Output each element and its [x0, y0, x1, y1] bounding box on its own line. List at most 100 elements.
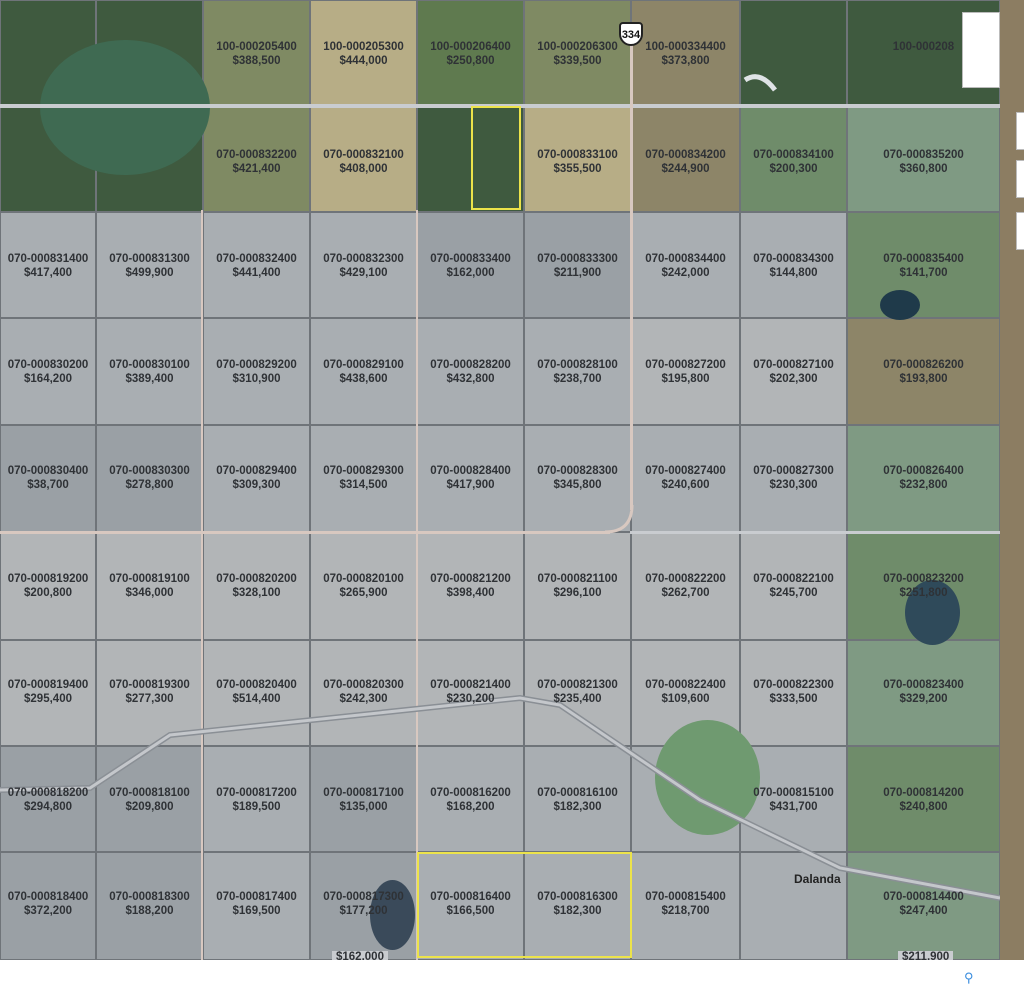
parcel-price: $230,300: [769, 479, 818, 491]
parcel-label: 070-000819100 $346,000: [109, 572, 190, 600]
parcel-id: 100-000208: [892, 41, 955, 53]
parcel-label: 070-000834100 $200,300: [753, 148, 834, 176]
parcel-label: 070-000833400 $162,000: [430, 252, 511, 280]
parcel-label: 070-000816100 $182,300: [537, 786, 618, 814]
parcel-id: 070-000830300: [109, 465, 190, 477]
map-overlay-panel[interactable]: [962, 12, 1000, 88]
parcel-label: 100-000205400 $388,500: [216, 40, 297, 68]
parcel-label: 070-000830300 $278,800: [109, 464, 190, 492]
highlighted-parcels-south[interactable]: [417, 852, 632, 958]
parcel-price: $169,500: [232, 905, 281, 917]
parcel-label: 070-000822100 $245,700: [753, 572, 834, 600]
parcel-label: 100-000334400 $373,800: [645, 40, 726, 68]
parcel-label: 070-000833100 $355,500: [537, 148, 618, 176]
parcel-id: 070-000821400: [430, 679, 511, 691]
parcel-price: $218,700: [661, 905, 710, 917]
parcel-id: 070-000819400: [7, 679, 89, 691]
parcel-price: $242,300: [339, 693, 388, 705]
parcel-id: 070-000832400: [216, 253, 297, 265]
parcel-price: $250,800: [446, 55, 495, 67]
parcel-price: $188,200: [125, 905, 174, 917]
parcel-label: 070-000826200 $193,800: [883, 358, 964, 386]
parcel-label: 070-000834300 $144,800: [753, 252, 834, 280]
location-pin-icon[interactable]: ⚲: [964, 970, 974, 986]
parcel-price: $244,900: [661, 163, 710, 175]
parcel-label: 070-000814200 $240,800: [883, 786, 964, 814]
parcel-label: 070-000829200 $310,900: [216, 358, 297, 386]
parcel-label: 070-000831400 $417,400: [8, 252, 89, 280]
parcel-id: 070-000826400: [883, 465, 964, 477]
parcel-label: 100-000206400 $250,800: [430, 40, 511, 68]
parcel-label: 070-000821100 $296,100: [538, 572, 618, 600]
parcel-price: $296,100: [553, 587, 602, 599]
parcel-id: 070-000822300: [753, 679, 834, 691]
parcel-label: 100-000206300 $339,500: [537, 40, 618, 68]
map-control-button[interactable]: [1016, 112, 1024, 150]
parcel-price: $360,800: [899, 163, 948, 175]
parcel-price: $195,800: [661, 373, 710, 385]
parcel-price: $144,800: [769, 267, 818, 279]
parcel-id: 070-000832200: [216, 149, 297, 161]
parcel-id: 070-000822200: [645, 573, 726, 585]
parcel-label: 070-000817400 $169,500: [216, 890, 297, 918]
parcel-map[interactable]: 100-000205400 $388,500 100-000205300 $444,0…: [0, 0, 1000, 960]
parcel-id: 070-000823400: [883, 679, 964, 691]
parcel-id: 070-000818100: [109, 787, 190, 799]
parcel-price: $277,300: [125, 693, 174, 705]
parcel-price: $240,600: [661, 479, 710, 491]
parcel-id: 070-000816200: [430, 787, 511, 799]
parcel-id: 070-000820100: [323, 573, 404, 585]
parcel-id: 070-000823200: [883, 573, 964, 585]
map-control-button[interactable]: [1016, 212, 1024, 250]
parcel-label: 070-000820300 $242,300: [323, 678, 404, 706]
parcel-price: $372,200: [24, 905, 72, 917]
parcel-label: 100-000205300 $444,000: [323, 40, 404, 68]
map-control-button[interactable]: [1016, 160, 1024, 198]
parcel-label: 070-000830200 $164,200: [8, 358, 89, 386]
parcel-id: 070-000817300: [323, 891, 404, 903]
parcel-price: $339,500: [553, 55, 602, 67]
parcel-label: 100-000208: [893, 40, 954, 54]
parcel-id: 070-000830100: [109, 359, 190, 371]
parcel-id: 070-000827400: [645, 465, 726, 477]
parcel-label: 070-000820100 $265,900: [323, 572, 404, 600]
parcel-id: 070-000834300: [753, 253, 834, 265]
parcel-id: 070-000828100: [537, 359, 618, 371]
parcel-price: $408,000: [339, 163, 388, 175]
highlighted-parcel-north[interactable]: [471, 106, 521, 210]
parcel-id: 070-000833400: [430, 253, 511, 265]
parcel-label: 070-000834200 $244,900: [645, 148, 726, 176]
parcel-price: $193,800: [899, 373, 948, 385]
parcel-id: 070-000829300: [323, 465, 404, 477]
parcel-label: 070-000817100 $135,000: [323, 786, 404, 814]
parcel-id: 070-000826200: [883, 359, 964, 371]
parcel-price: $417,900: [446, 479, 495, 491]
parcel-price: $141,700: [899, 267, 948, 279]
parcel-price: $168,200: [446, 801, 495, 813]
parcel-label: 070-000816200 $168,200: [430, 786, 511, 814]
parcel-label: 070-000827300 $230,300: [753, 464, 834, 492]
parcel-price: $189,500: [232, 801, 281, 813]
parcel-price: $235,400: [553, 693, 602, 705]
parcel-label: 070-000830100 $389,400: [109, 358, 190, 386]
parcel-label: 070-000832100 $408,000: [323, 148, 404, 176]
parcel-price: $421,400: [232, 163, 281, 175]
parcel-price: $444,000: [339, 55, 388, 67]
parcel-label: 070-000832200 $421,400: [216, 148, 297, 176]
parcel-label: 070-000823400 $329,200: [883, 678, 964, 706]
parcel-label: 070-000822400 $109,600: [645, 678, 726, 706]
parcel-id: 070-000818300: [109, 891, 190, 903]
parcel-label: 070-000832300 $429,100: [323, 252, 404, 280]
parcel-label: 070-000823200 $251,800: [883, 572, 964, 600]
parcel-id: 070-000834100: [753, 149, 834, 161]
parcel-id: 070-000827300: [753, 465, 834, 477]
parcel-label: 070-000817200 $189,500: [216, 786, 297, 814]
parcel-id: 070-000828300: [537, 465, 618, 477]
parcel-label: 070-000815100 $431,700: [753, 786, 834, 814]
parcel-label: 070-000828400 $417,900: [430, 464, 511, 492]
parcel-label: 070-000829300 $314,500: [323, 464, 404, 492]
parcel-price: $346,000: [125, 587, 174, 599]
parcel-id: 070-000821300: [537, 679, 618, 691]
parcel-price: $135,000: [339, 801, 388, 813]
parcel-id: 070-000832100: [323, 149, 404, 161]
